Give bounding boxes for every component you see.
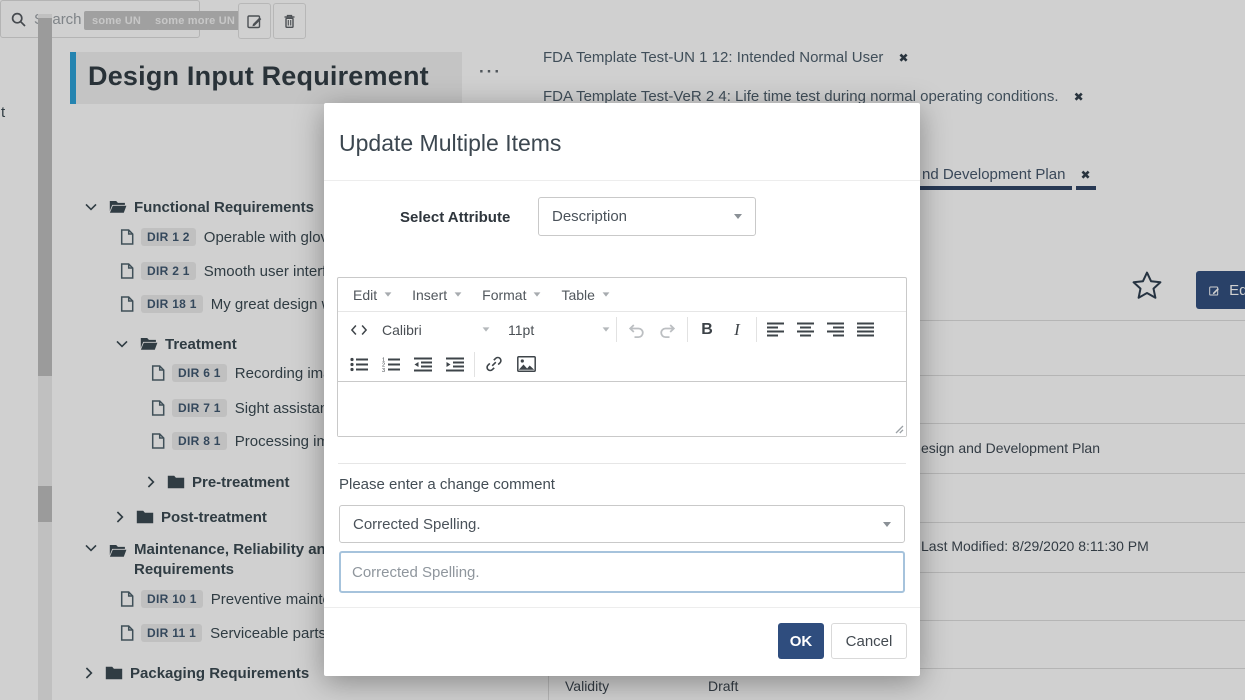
- menu-insert[interactable]: Insert: [402, 278, 472, 311]
- attribute-select[interactable]: Description: [538, 197, 756, 236]
- comment-input-wrapper: [339, 551, 905, 593]
- font-family-select[interactable]: Calibri: [382, 317, 490, 343]
- font-size-value: 11pt: [508, 322, 534, 338]
- editor-content-area[interactable]: [338, 381, 906, 436]
- decrease-indent-button[interactable]: [410, 351, 436, 377]
- update-multiple-items-dialog: Update Multiple Items Select Attribute D…: [324, 103, 920, 676]
- chevron-down-icon: [603, 292, 610, 296]
- align-center-button[interactable]: [793, 317, 819, 343]
- svg-text:3: 3: [382, 367, 385, 371]
- editor-toolbar-row-1: Calibri 11pt B I: [338, 312, 906, 347]
- align-left-icon: [767, 322, 785, 337]
- comment-preset-select[interactable]: Corrected Spelling.: [339, 505, 905, 543]
- link-icon: [485, 355, 503, 373]
- comment-input[interactable]: [341, 564, 903, 581]
- insert-image-button[interactable]: [513, 351, 539, 377]
- ok-button[interactable]: OK: [778, 623, 824, 659]
- numbered-list-button[interactable]: 123: [378, 351, 404, 377]
- code-icon: [351, 324, 367, 336]
- toolbar-separator: [756, 317, 757, 342]
- toolbar-separator: [616, 317, 617, 342]
- font-family-value: Calibri: [382, 322, 422, 338]
- dialog-title: Update Multiple Items: [339, 130, 561, 157]
- comment-preset-value: Corrected Spelling.: [353, 516, 481, 533]
- insert-link-button[interactable]: [481, 351, 507, 377]
- italic-button[interactable]: I: [724, 317, 750, 343]
- align-left-button[interactable]: [763, 317, 789, 343]
- app-window: t some UN some more UN Design Input Requ: [0, 0, 1245, 700]
- menu-format[interactable]: Format: [472, 278, 551, 311]
- chevron-down-icon: [455, 292, 462, 296]
- menu-label: Table: [561, 287, 594, 303]
- redo-button[interactable]: [655, 317, 681, 343]
- undo-icon: [626, 322, 646, 338]
- chevron-down-icon: [734, 214, 742, 219]
- select-attribute-label: Select Attribute: [400, 209, 510, 226]
- image-icon: [517, 356, 536, 372]
- resize-grip-icon[interactable]: [893, 423, 904, 434]
- section-divider: [338, 463, 906, 464]
- chevron-down-icon: [883, 522, 891, 527]
- menu-label: Format: [482, 287, 526, 303]
- bullet-list-icon: [350, 357, 369, 372]
- footer-divider: [324, 607, 920, 608]
- chevron-down-icon: [483, 327, 490, 331]
- dialog-divider: [324, 180, 920, 181]
- change-comment-label: Please enter a change comment: [339, 476, 555, 493]
- align-justify-button[interactable]: [853, 317, 879, 343]
- chevron-down-icon: [385, 292, 392, 296]
- indent-icon: [446, 357, 465, 372]
- numbered-list-icon: 123: [382, 357, 401, 372]
- chevron-down-icon: [603, 327, 610, 331]
- italic-icon: I: [734, 320, 740, 340]
- menu-edit[interactable]: Edit: [343, 278, 402, 311]
- align-right-icon: [827, 322, 845, 337]
- cancel-button[interactable]: Cancel: [831, 623, 907, 659]
- attribute-select-value: Description: [552, 208, 627, 225]
- chevron-down-icon: [534, 292, 541, 296]
- editor-menubar: Edit Insert Format Table: [338, 278, 906, 312]
- toolbar-separator: [474, 352, 475, 377]
- outdent-icon: [414, 357, 433, 372]
- menu-label: Insert: [412, 287, 447, 303]
- undo-button[interactable]: [623, 317, 649, 343]
- source-code-button[interactable]: [346, 317, 372, 343]
- align-right-button[interactable]: [823, 317, 849, 343]
- bold-button[interactable]: B: [694, 317, 720, 343]
- align-justify-icon: [857, 322, 875, 337]
- editor-toolbar-row-2: 123: [338, 347, 906, 381]
- toolbar-separator: [687, 317, 688, 342]
- font-size-select[interactable]: 11pt: [508, 317, 610, 343]
- menu-label: Edit: [353, 287, 377, 303]
- increase-indent-button[interactable]: [442, 351, 468, 377]
- align-center-icon: [797, 322, 815, 337]
- bullet-list-button[interactable]: [346, 351, 372, 377]
- rich-text-editor: Edit Insert Format Table Calibri 11pt: [337, 277, 907, 437]
- redo-icon: [658, 322, 678, 338]
- menu-table[interactable]: Table: [551, 278, 619, 311]
- bold-icon: B: [701, 321, 713, 339]
